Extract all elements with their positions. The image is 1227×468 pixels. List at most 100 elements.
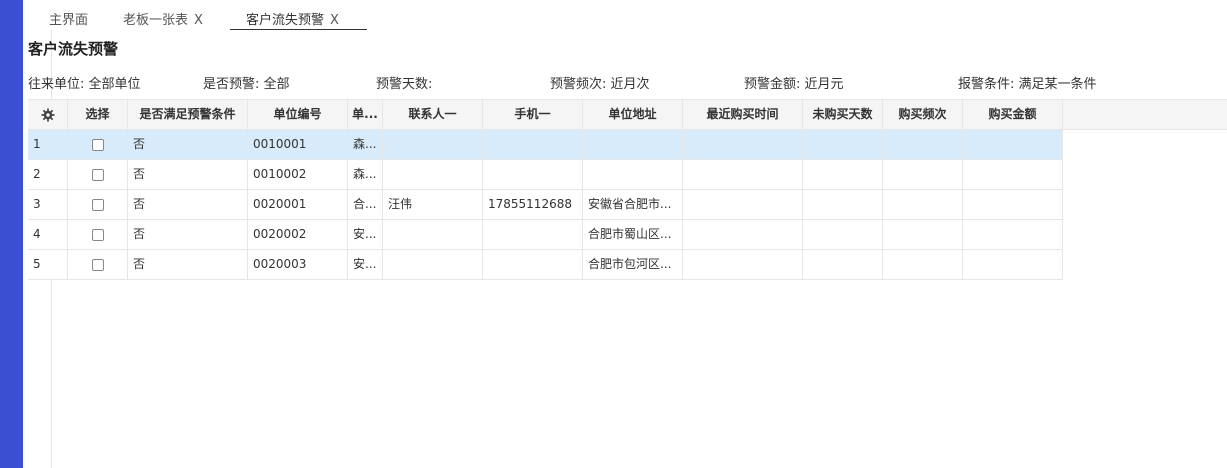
cell-phone: 17855112688 <box>483 190 583 219</box>
column-header-last-purchase[interactable]: 最近购买时间 <box>683 100 803 129</box>
cell-purchase-frequency <box>883 160 963 189</box>
row-checkbox[interactable] <box>91 138 104 151</box>
filter-warning-amount[interactable]: 预警金额: 近月元 <box>744 73 844 92</box>
cell-unit-code: 0010002 <box>248 160 348 189</box>
cell-warning-met: 否 <box>128 130 248 159</box>
row-select-cell <box>68 130 128 159</box>
left-sidebar-strip <box>0 0 23 468</box>
cell-warning-met: 否 <box>128 220 248 249</box>
close-icon[interactable]: X <box>194 13 203 28</box>
row-index: 3 <box>28 190 68 219</box>
cell-last-purchase <box>683 190 803 219</box>
row-index: 2 <box>28 160 68 189</box>
tab-customer-churn-warning[interactable]: 客户流失预警 X <box>246 9 339 28</box>
cell-purchase-amount <box>963 220 1063 249</box>
row-checkbox[interactable] <box>91 228 104 241</box>
column-header-unit-code[interactable]: 单位编号 <box>248 100 348 129</box>
cell-days-no-purchase <box>803 160 883 189</box>
cell-purchase-frequency <box>883 130 963 159</box>
close-icon[interactable]: X <box>330 13 339 28</box>
column-header-phone[interactable]: 手机一 <box>483 100 583 129</box>
cell-purchase-amount <box>963 190 1063 219</box>
filter-value: 近月次 <box>610 77 650 92</box>
column-header-select[interactable]: 选择 <box>68 100 128 129</box>
cell-contact <box>383 220 483 249</box>
filter-label: 往来单位: <box>28 77 85 92</box>
cell-unit-name: 森... <box>348 130 383 159</box>
filter-value: 全部 <box>263 77 290 92</box>
filter-label: 预警金额: <box>744 77 801 92</box>
table-row[interactable]: 1 否 0010001 森... <box>28 130 1063 160</box>
cell-warning-met: 否 <box>128 250 248 279</box>
cell-purchase-amount <box>963 160 1063 189</box>
column-header-address[interactable]: 单位地址 <box>583 100 683 129</box>
gear-icon[interactable] <box>40 107 55 122</box>
cell-last-purchase <box>683 160 803 189</box>
filter-label: 预警频次: <box>550 77 607 92</box>
column-header-days-no-purchase[interactable]: 未购买天数 <box>803 100 883 129</box>
cell-purchase-amount <box>963 250 1063 279</box>
tab-label: 主界面 <box>49 13 89 28</box>
column-header-purchase-amount[interactable]: 购买金额 <box>963 100 1063 129</box>
cell-address <box>583 160 683 189</box>
cell-last-purchase <box>683 220 803 249</box>
cell-contact <box>383 250 483 279</box>
cell-purchase-frequency <box>883 250 963 279</box>
column-header-unit-name[interactable]: 单... <box>348 100 383 129</box>
cell-unit-code: 0010001 <box>248 130 348 159</box>
cell-unit-name: 安... <box>348 220 383 249</box>
filter-label: 是否预警: <box>203 77 260 92</box>
tab-label: 老板一张表 <box>123 13 189 28</box>
row-checkbox[interactable] <box>91 258 104 271</box>
cell-purchase-amount <box>963 130 1063 159</box>
row-select-cell <box>68 220 128 249</box>
cell-purchase-frequency <box>883 220 963 249</box>
cell-contact <box>383 130 483 159</box>
table-row[interactable]: 2 否 0010002 森... <box>28 160 1063 190</box>
cell-unit-code: 0020002 <box>248 220 348 249</box>
row-checkbox[interactable] <box>91 168 104 181</box>
cell-phone <box>483 130 583 159</box>
cell-days-no-purchase <box>803 250 883 279</box>
row-select-cell <box>68 160 128 189</box>
cell-address: 合肥市蜀山区... <box>583 220 683 249</box>
tab-label: 客户流失预警 <box>246 13 325 28</box>
cell-days-no-purchase <box>803 190 883 219</box>
cell-contact: 汪伟 <box>383 190 483 219</box>
filter-partner[interactable]: 往来单位: 全部单位 <box>28 73 141 92</box>
main-content: 主界面 老板一张表 X 客户流失预警 X 客户流失预警 往来单位: 全部单位 是否预… <box>23 0 1227 468</box>
filter-value: 近月元 <box>804 77 844 92</box>
cell-purchase-frequency <box>883 190 963 219</box>
cell-phone <box>483 250 583 279</box>
table-row[interactable]: 5 否 0020003 安... 合肥市包河区... <box>28 250 1063 280</box>
page-title: 客户流失预警 <box>28 40 119 58</box>
cell-address <box>583 130 683 159</box>
tab-boss-sheet[interactable]: 老板一张表 X <box>123 9 203 28</box>
row-index: 5 <box>28 250 68 279</box>
row-index: 4 <box>28 220 68 249</box>
column-header-contact[interactable]: 联系人一 <box>383 100 483 129</box>
cell-days-no-purchase <box>803 130 883 159</box>
table-row[interactable]: 4 否 0020002 安... 合肥市蜀山区... <box>28 220 1063 250</box>
grid-header: 选择 是否满足预警条件 单位编号 单... 联系人一 手机一 单位地址 最近购买… <box>28 99 1227 130</box>
filter-label: 预警天数: <box>376 77 433 92</box>
cell-unit-name: 森... <box>348 160 383 189</box>
row-checkbox[interactable] <box>91 198 104 211</box>
filter-value: 满足某一条件 <box>1018 77 1097 92</box>
cell-unit-code: 0020003 <box>248 250 348 279</box>
cell-phone <box>483 220 583 249</box>
filter-warning-days[interactable]: 预警天数: <box>376 73 432 92</box>
column-header-warning-met[interactable]: 是否满足预警条件 <box>128 100 248 129</box>
cell-warning-met: 否 <box>128 190 248 219</box>
cell-days-no-purchase <box>803 220 883 249</box>
tab-home[interactable]: 主界面 <box>49 9 88 28</box>
filter-is-warning[interactable]: 是否预警: 全部 <box>203 73 290 92</box>
filter-alarm-condition[interactable]: 报警条件: 满足某一条件 <box>958 73 1097 92</box>
column-header-purchase-frequency[interactable]: 购买频次 <box>883 100 963 129</box>
filter-warning-frequency[interactable]: 预警频次: 近月次 <box>550 73 650 92</box>
filter-label: 报警条件: <box>958 77 1015 92</box>
column-settings[interactable] <box>28 100 68 129</box>
active-tab-indicator <box>230 29 367 30</box>
cell-contact <box>383 160 483 189</box>
table-row[interactable]: 3 否 0020001 合... 汪伟 17855112688 安徽省合肥市..… <box>28 190 1063 220</box>
